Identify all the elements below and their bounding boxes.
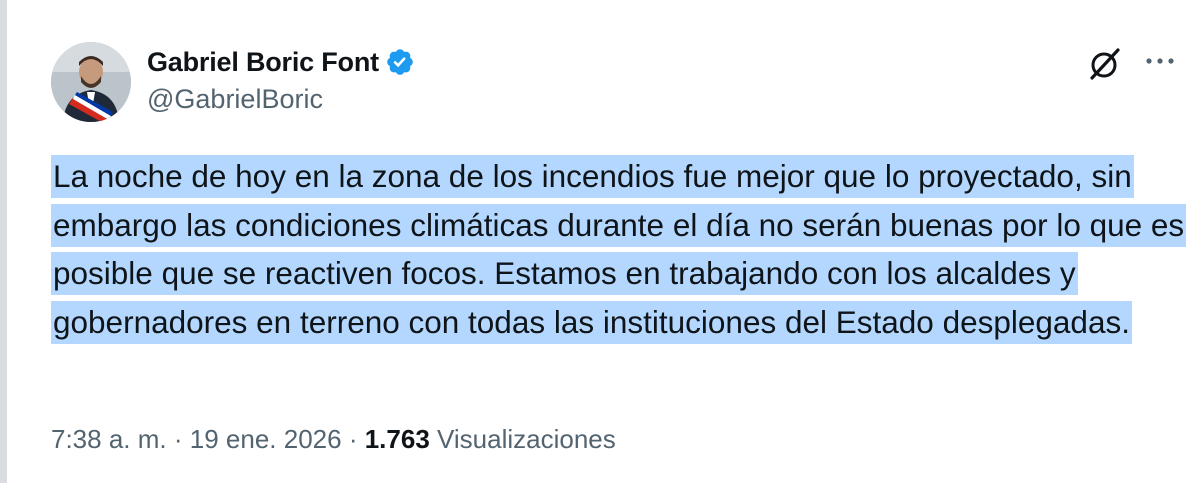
- grok-icon[interactable]: [1087, 46, 1123, 82]
- views-count: 1.763: [364, 424, 430, 454]
- selected-text: La noche de hoy en la zona de los incend…: [51, 155, 1187, 344]
- tweet-meta: 7:38 a. m. · 19 ene. 2026 · 1.763 Visual…: [51, 424, 616, 455]
- meta-separator: ·: [348, 424, 358, 454]
- author-row: Gabriel Boric Font: [147, 44, 415, 80]
- verified-badge-icon[interactable]: [385, 47, 415, 77]
- meta-separator: ·: [173, 424, 183, 454]
- tweet-text[interactable]: La noche de hoy en la zona de los incend…: [51, 152, 1191, 346]
- author-handle[interactable]: @GabrielBoric: [147, 84, 323, 115]
- avatar[interactable]: [51, 42, 131, 122]
- tweet-card: Gabriel Boric Font @GabrielBoric La noch…: [0, 0, 1200, 483]
- author-name[interactable]: Gabriel Boric Font: [147, 47, 379, 78]
- tweet-date[interactable]: 19 ene. 2026: [190, 424, 342, 454]
- more-options-icon[interactable]: [1143, 44, 1177, 78]
- views-label: Visualizaciones: [437, 424, 616, 454]
- tweet-time[interactable]: 7:38 a. m.: [51, 424, 167, 454]
